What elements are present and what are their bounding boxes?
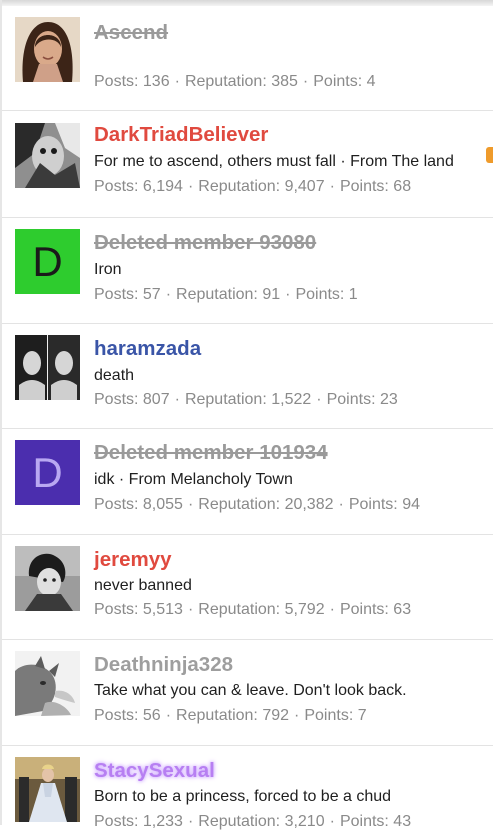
member-name-link[interactable]: Deleted member 93080 <box>94 231 316 255</box>
member-row: Ascend Posts: 136 · Reputation: 385 · Points… <box>2 6 493 111</box>
reputation-count: Reputation: 385 <box>184 73 298 90</box>
member-name-link[interactable]: DarkTriadBeliever <box>94 123 268 147</box>
posts-count: Posts: 807 <box>94 391 170 408</box>
points-count: Points: 94 <box>348 496 420 513</box>
avatar[interactable] <box>15 335 80 400</box>
points-count: Points: 68 <box>339 178 412 195</box>
member-stats: Posts: 807 · Reputation: 1,522 · Points: 23 <box>94 391 398 409</box>
separator-dot: · <box>329 813 335 830</box>
posts-count: Posts: 56 <box>94 707 161 724</box>
separator-dot: · <box>187 813 194 830</box>
member-signature: Iron <box>94 261 122 278</box>
member-signature: never banned <box>94 577 192 594</box>
separator-dot: · <box>187 178 194 195</box>
member-signature: idk · From Melancholy Town <box>94 471 293 488</box>
reputation-count: Reputation: 792 <box>176 707 290 724</box>
member-stats: Posts: 57 · Reputation: 91 · Points: 1 <box>94 286 358 304</box>
avatar-letter: D <box>32 448 63 496</box>
member-stats: Posts: 56 · Reputation: 792 · Points: 7 <box>94 707 367 725</box>
avatar[interactable] <box>15 651 80 716</box>
member-name-link[interactable]: Ascend <box>94 21 168 45</box>
avatar[interactable] <box>15 546 80 611</box>
member-signature: death <box>94 367 135 384</box>
separator-dot: · <box>174 391 180 408</box>
member-row: D Deleted member 101934 idk · From Melan… <box>2 429 493 535</box>
points-count: Points: 1 <box>295 286 358 303</box>
member-name-link[interactable]: StacySexual <box>94 759 215 783</box>
avatar-photo-icon <box>15 546 80 611</box>
avatar[interactable]: D <box>15 229 80 294</box>
separator-dot: · <box>294 707 300 724</box>
points-count: Points: 7 <box>304 707 367 724</box>
points-count: Points: 4 <box>313 73 376 90</box>
avatar[interactable]: D <box>15 440 80 505</box>
member-name-link[interactable]: Deleted member 101934 <box>94 441 328 465</box>
member-row: haramzada death Posts: 807 · Reputation: 1… <box>2 324 493 429</box>
reputation-count: Reputation: 1,522 <box>184 391 312 408</box>
separator-dot: · <box>316 391 322 408</box>
separator-dot: · <box>329 601 335 618</box>
member-signature: Take what you can & leave. Don't look ba… <box>94 682 407 699</box>
separator-dot: · <box>187 601 194 618</box>
separator-dot: · <box>165 286 172 303</box>
member-list: Ascend Posts: 136 · Reputation: 385 · Points… <box>2 6 493 830</box>
member-signature: For me to ascend, others must fall · Fro… <box>94 153 454 170</box>
posts-count: Posts: 57 <box>94 286 161 303</box>
separator-dot: · <box>338 496 344 513</box>
separator-dot: · <box>187 496 194 513</box>
member-row: jeremyy never banned Posts: 5,513 · Reputa… <box>2 535 493 640</box>
flag-icon <box>486 147 493 163</box>
reputation-count: Reputation: 5,792 <box>198 601 325 618</box>
points-count: Points: 43 <box>339 813 412 830</box>
avatar-photo-icon <box>15 17 80 82</box>
member-row: Deathninja328 Take what you can & leave.… <box>2 640 493 746</box>
member-signature: Born to be a princess, forced to be a ch… <box>94 788 392 805</box>
avatar[interactable] <box>15 17 80 82</box>
posts-count: Posts: 1,233 <box>94 813 183 830</box>
member-name-link[interactable]: Deathninja328 <box>94 653 233 677</box>
separator-dot: · <box>329 178 335 195</box>
member-stats: Posts: 6,194 · Reputation: 9,407 · Points: 6… <box>94 178 411 196</box>
member-row: DarkTriadBeliever For me to ascend, othe… <box>2 111 493 218</box>
avatar[interactable] <box>15 123 80 188</box>
avatar[interactable] <box>15 757 80 822</box>
avatar-photo-icon <box>15 651 80 716</box>
member-stats: Posts: 1,233 · Reputation: 3,210 · Points: 4… <box>94 813 411 831</box>
avatar-photo-icon <box>15 757 80 822</box>
member-stats: Posts: 8,055 · Reputation: 20,382 · Points: … <box>94 496 420 514</box>
reputation-count: Reputation: 91 <box>176 286 281 303</box>
member-stats: Posts: 5,513 · Reputation: 5,792 · Points: 6… <box>94 601 411 619</box>
posts-count: Posts: 6,194 <box>94 178 183 195</box>
member-row: D Deleted member 93080 Iron Posts: 57 · Re… <box>2 218 493 324</box>
member-stats: Posts: 136 · Reputation: 385 · Points: 4 <box>94 73 376 91</box>
member-name-link[interactable]: haramzada <box>94 337 201 361</box>
points-count: Points: 23 <box>326 391 398 408</box>
separator-dot: · <box>285 286 291 303</box>
avatar-photo-icon <box>15 123 80 188</box>
separator-dot: · <box>174 73 180 90</box>
posts-count: Posts: 8,055 <box>94 496 183 513</box>
posts-count: Posts: 5,513 <box>94 601 183 618</box>
points-count: Points: 63 <box>339 601 412 618</box>
reputation-count: Reputation: 9,407 <box>198 178 325 195</box>
member-name-link[interactable]: jeremyy <box>94 548 172 572</box>
separator-dot: · <box>165 707 172 724</box>
reputation-count: Reputation: 20,382 <box>198 496 334 513</box>
posts-count: Posts: 136 <box>94 73 170 90</box>
avatar-letter: D <box>32 237 63 285</box>
member-row: StacySexual Born to be a princess, force… <box>2 746 493 830</box>
separator-dot: · <box>302 73 309 90</box>
avatar-photo-icon <box>15 335 80 400</box>
reputation-count: Reputation: 3,210 <box>198 813 325 830</box>
